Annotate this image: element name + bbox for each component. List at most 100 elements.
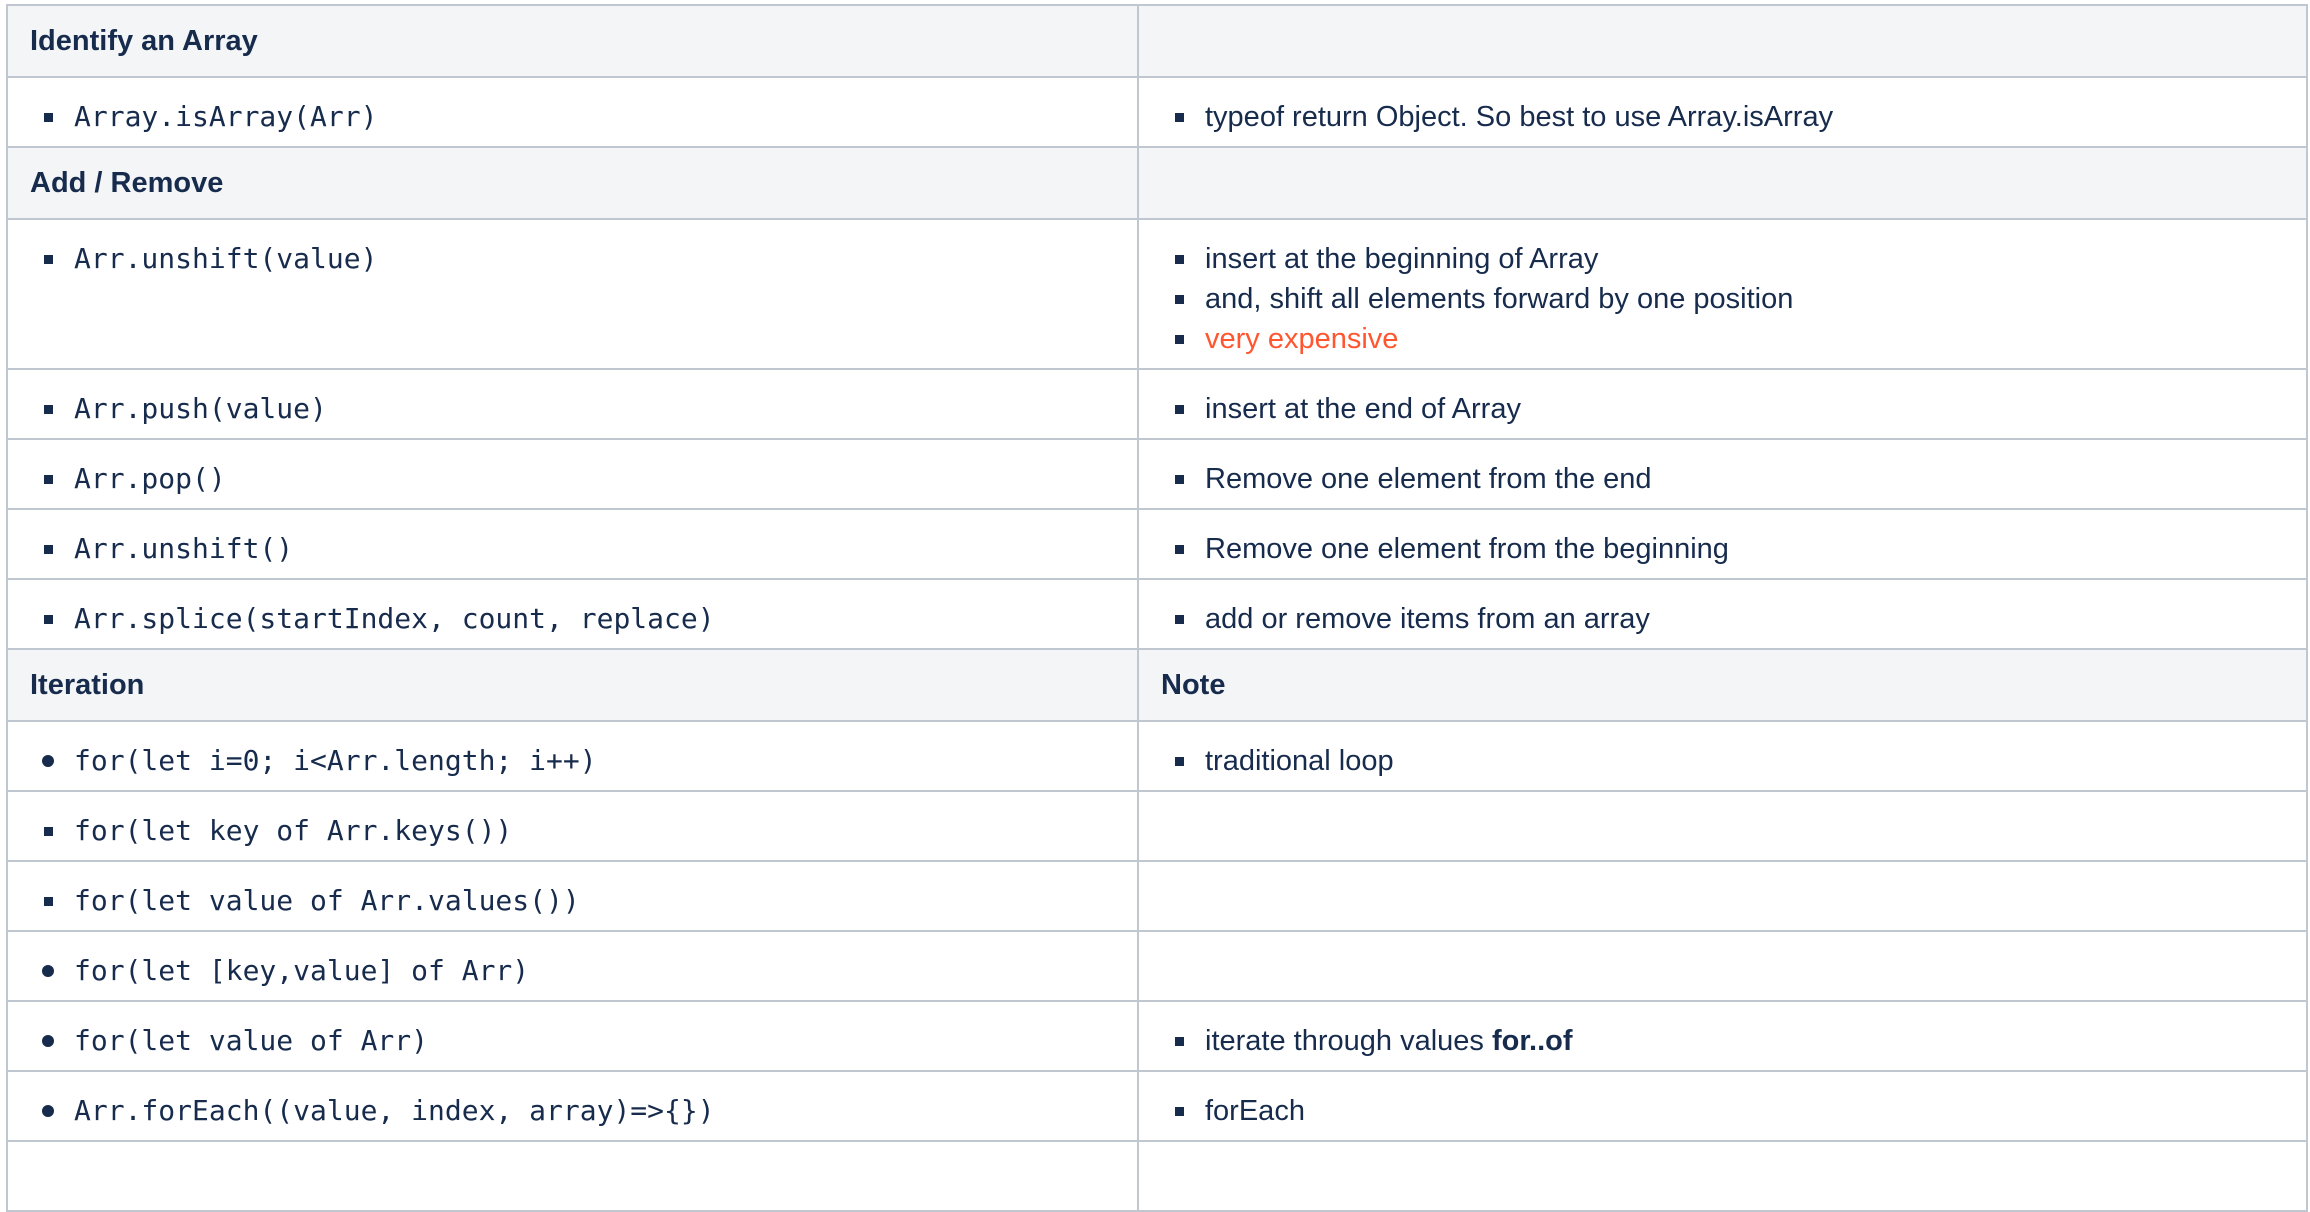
- square-bullet-icon: [44, 615, 53, 624]
- square-bullet-icon: [1175, 335, 1184, 344]
- method-item: for(let value of Arr): [30, 1021, 1115, 1061]
- method-cell: for(let value of Arr.values()): [6, 860, 1139, 932]
- disc-bullet-icon: [42, 755, 54, 767]
- method-cell: Arr.splice(startIndex, count, replace): [6, 578, 1139, 650]
- note-item: add or remove items from an array: [1161, 599, 2284, 639]
- method-item: Arr.splice(startIndex, count, replace): [30, 599, 1115, 639]
- method-cell: for(let [key,value] of Arr): [6, 930, 1139, 1002]
- method-cell-empty: [6, 1140, 1139, 1212]
- note-text: forEach: [1205, 1095, 1305, 1127]
- header-cell-right: Note: [1137, 648, 2308, 722]
- method-item: Arr.forEach((value, index, array)=>{}): [30, 1091, 1115, 1131]
- square-bullet-icon: [44, 827, 53, 836]
- square-bullet-icon: [1175, 1037, 1184, 1046]
- square-bullet-icon: [44, 475, 53, 484]
- note-item: and, shift all elements forward by one p…: [1161, 279, 2284, 319]
- note-text: Remove one element from the end: [1205, 463, 1652, 495]
- square-bullet-icon: [44, 113, 53, 122]
- note-bold-text: for..of: [1491, 1025, 1573, 1057]
- table-row: for(let [key,value] of Arr): [6, 930, 2308, 1002]
- method-text: for(let i=0; i<Arr.length; i++): [74, 744, 597, 777]
- section-header-identify: Identify an Array: [6, 4, 2308, 78]
- array-methods-table: Identify an Array Array.isArray(Arr) typ…: [6, 4, 2308, 1212]
- method-item: for(let i=0; i<Arr.length; i++): [30, 741, 1115, 781]
- method-text: Arr.unshift(value): [74, 242, 378, 275]
- square-bullet-icon: [44, 255, 53, 264]
- array-cheatsheet: Identify an Array Array.isArray(Arr) typ…: [6, 4, 2308, 1212]
- note-text: insert at the beginning of Array: [1205, 243, 1599, 275]
- square-bullet-icon: [1175, 475, 1184, 484]
- method-text: Arr.push(value): [74, 392, 327, 425]
- header-cell-left: Add / Remove: [6, 146, 1139, 220]
- note-item: forEach: [1161, 1091, 2284, 1131]
- note-cell: typeof return Object. So best to use Arr…: [1137, 76, 2308, 148]
- method-item: Arr.unshift(): [30, 529, 1115, 569]
- square-bullet-icon: [44, 897, 53, 906]
- note-item: Remove one element from the end: [1161, 459, 2284, 499]
- method-text: Arr.forEach((value, index, array)=>{}): [74, 1094, 715, 1127]
- method-cell: Array.isArray(Arr): [6, 76, 1139, 148]
- method-item: for(let value of Arr.values()): [30, 881, 1115, 921]
- square-bullet-icon: [1175, 545, 1184, 554]
- square-bullet-icon: [1175, 1107, 1184, 1116]
- header-cell-right: [1137, 4, 2308, 78]
- note-item: insert at the beginning of Array: [1161, 239, 2284, 279]
- disc-bullet-icon: [42, 965, 54, 977]
- table-row: for(let key of Arr.keys()): [6, 790, 2308, 862]
- header-cell-left: Identify an Array: [6, 4, 1139, 78]
- table-row-partial: [6, 1140, 2308, 1212]
- note-cell: Remove one element from the end: [1137, 438, 2308, 510]
- method-item: Array.isArray(Arr): [30, 97, 1115, 137]
- square-bullet-icon: [1175, 615, 1184, 624]
- note-cell-empty: [1137, 930, 2308, 1002]
- note-cell: insert at the end of Array: [1137, 368, 2308, 440]
- method-text: Arr.unshift(): [74, 532, 294, 565]
- table-row: Arr.splice(startIndex, count, replace) a…: [6, 578, 2308, 650]
- method-text: for(let key of Arr.keys()): [74, 814, 513, 847]
- note-cell-empty: [1137, 860, 2308, 932]
- square-bullet-icon: [44, 545, 53, 554]
- header-cell-left: Iteration: [6, 648, 1139, 722]
- disc-bullet-icon: [42, 1105, 54, 1117]
- note-text: traditional loop: [1205, 745, 1394, 777]
- note-cell: forEach: [1137, 1070, 2308, 1142]
- section-header-iteration: Iteration Note: [6, 648, 2308, 722]
- note-text: and, shift all elements forward by one p…: [1205, 283, 1794, 315]
- method-item: for(let [key,value] of Arr): [30, 951, 1115, 991]
- table-row: for(let value of Arr) iterate through va…: [6, 1000, 2308, 1072]
- method-cell: Arr.unshift(): [6, 508, 1139, 580]
- table-row: Arr.push(value) insert at the end of Arr…: [6, 368, 2308, 440]
- method-cell: Arr.unshift(value): [6, 218, 1139, 370]
- note-item: insert at the end of Array: [1161, 389, 2284, 429]
- square-bullet-icon: [44, 405, 53, 414]
- note-cell: add or remove items from an array: [1137, 578, 2308, 650]
- note-text: insert at the end of Array: [1205, 393, 1521, 425]
- table-row: Arr.unshift(value) insert at the beginni…: [6, 218, 2308, 370]
- method-cell: Arr.push(value): [6, 368, 1139, 440]
- note-item: traditional loop: [1161, 741, 2284, 781]
- method-text: for(let [key,value] of Arr): [74, 954, 530, 987]
- square-bullet-icon: [1175, 113, 1184, 122]
- note-text: typeof return Object. So best to use Arr…: [1205, 101, 1834, 133]
- square-bullet-icon: [1175, 757, 1184, 766]
- note-cell-empty: [1137, 1140, 2308, 1212]
- note-text: iterate through values: [1205, 1025, 1492, 1057]
- note-item: iterate through values for..of: [1161, 1021, 2284, 1061]
- method-item: Arr.pop(): [30, 459, 1115, 499]
- note-text: Remove one element from the beginning: [1205, 533, 1729, 565]
- method-text: Arr.pop(): [74, 462, 226, 495]
- method-cell: for(let key of Arr.keys()): [6, 790, 1139, 862]
- note-item: Remove one element from the beginning: [1161, 529, 2284, 569]
- header-cell-right: [1137, 146, 2308, 220]
- table-row: Arr.forEach((value, index, array)=>{}) f…: [6, 1070, 2308, 1142]
- method-cell: for(let i=0; i<Arr.length; i++): [6, 720, 1139, 792]
- method-text: for(let value of Arr.values()): [74, 884, 580, 917]
- square-bullet-icon: [1175, 255, 1184, 264]
- note-cell-empty: [1137, 790, 2308, 862]
- note-cell: insert at the beginning of Array and, sh…: [1137, 218, 2308, 370]
- note-item-warning: very expensive: [1161, 319, 2284, 359]
- disc-bullet-icon: [42, 1035, 54, 1047]
- section-header-add-remove: Add / Remove: [6, 146, 2308, 220]
- note-cell: iterate through values for..of: [1137, 1000, 2308, 1072]
- note-cell: Remove one element from the beginning: [1137, 508, 2308, 580]
